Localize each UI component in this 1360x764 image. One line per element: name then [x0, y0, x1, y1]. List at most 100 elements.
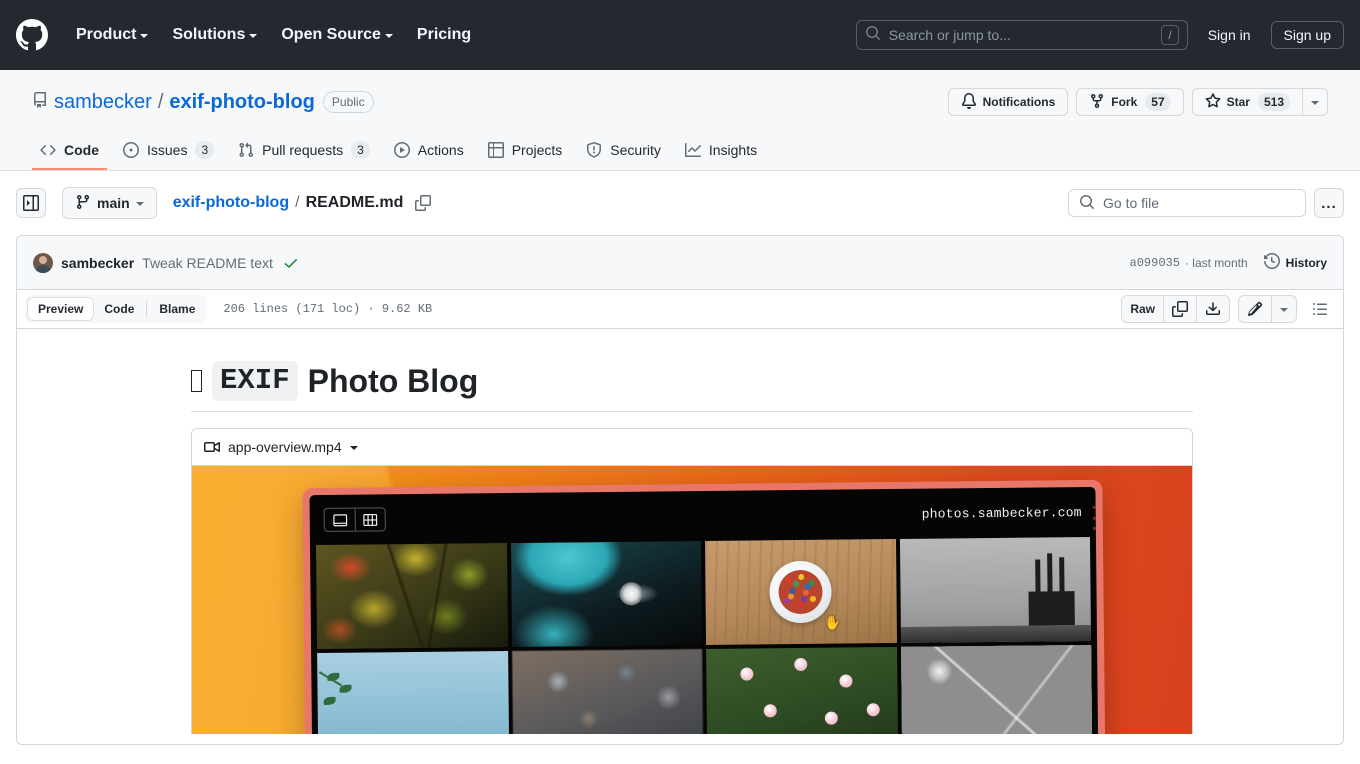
app-topbar: photos.sambecker.com: [309, 487, 1095, 545]
breadcrumb-separator: /: [295, 194, 300, 211]
divider: [146, 301, 148, 317]
video-filename[interactable]: app-overview.mp4: [228, 439, 342, 455]
copy-path-icon[interactable]: [411, 191, 435, 215]
tab-security[interactable]: Security: [578, 134, 669, 170]
repository-title: sambecker / exif-photo-blog Public: [32, 91, 374, 114]
triangle-down-icon: [1311, 101, 1319, 105]
photo-candy-bowl-on-wood[interactable]: ✋: [704, 539, 897, 646]
raw-copy-download-group: Raw: [1121, 295, 1230, 323]
file-navigation-bar: main exif-photo-blog / README.md Go to f…: [0, 171, 1360, 235]
branch-name: main: [97, 195, 130, 211]
fork-count: 57: [1145, 93, 1171, 111]
tab-label: Security: [610, 142, 661, 158]
photo-bokeh-market[interactable]: [511, 649, 704, 735]
tab-pull-requests[interactable]: Pull requests 3: [230, 133, 378, 171]
history-link[interactable]: History: [1263, 252, 1327, 272]
tab-insights[interactable]: Insights: [677, 134, 765, 170]
grid-view-icon[interactable]: [354, 508, 385, 531]
nav-item-pricing[interactable]: Pricing: [405, 18, 483, 52]
star-dropdown-button[interactable]: [1303, 88, 1328, 116]
more-options-button[interactable]: ...: [1314, 188, 1344, 218]
triangle-down-icon[interactable]: [349, 446, 358, 451]
video-attachment-bar: app-overview.mp4: [192, 429, 1192, 467]
readme-content-panel: EXIF Photo Blog app-overview.mp4 photos.…: [16, 329, 1344, 745]
photo-teal-car-headlight[interactable]: [510, 541, 703, 648]
photo-grid: ✋: [310, 537, 1099, 735]
branch-selector-button[interactable]: main: [62, 187, 157, 219]
avatar[interactable]: [33, 252, 53, 273]
photo-pink-flowers[interactable]: [706, 647, 898, 735]
breadcrumb-repo-link[interactable]: exif-photo-blog: [173, 194, 289, 212]
commit-message-link[interactable]: Tweak README text: [142, 255, 273, 271]
photo-bw-lollipops[interactable]: [900, 645, 1093, 735]
single-view-icon[interactable]: [325, 509, 355, 531]
view-code-button[interactable]: Code: [94, 297, 144, 321]
nav-label: Product: [76, 26, 137, 43]
global-header: Product Solutions Open Source Pricing Se…: [0, 0, 1360, 70]
issue-opened-icon: [123, 142, 139, 158]
repo-name-link[interactable]: exif-photo-blog: [169, 91, 315, 114]
global-search-placeholder: Search or jump to...: [888, 27, 1011, 43]
sign-in-button[interactable]: Sign in: [1196, 22, 1263, 48]
global-header-right: Search or jump to... / Sign in Sign up: [855, 20, 1344, 50]
readme-heading-text: Photo Blog: [307, 363, 479, 400]
star-button-group: Star 513: [1191, 88, 1328, 116]
fork-icon: [1089, 93, 1105, 112]
star-button[interactable]: Star 513: [1191, 88, 1303, 116]
github-mark-icon[interactable]: [16, 19, 48, 51]
photo-blue-water-leaves[interactable]: [317, 651, 509, 735]
download-icon[interactable]: [1196, 296, 1229, 322]
shield-icon: [586, 142, 602, 158]
photo-bw-smokestacks[interactable]: [899, 537, 1092, 644]
sidebar-expand-icon[interactable]: [16, 188, 46, 218]
file-size-info: 206 lines (171 loc) · 9.62 KB: [223, 302, 433, 316]
check-success-icon[interactable]: [283, 255, 299, 271]
repository-title-row: sambecker / exif-photo-blog Public Notif…: [32, 86, 1328, 118]
readme-inner: EXIF Photo Blog app-overview.mp4 photos.…: [17, 329, 1343, 735]
commit-hash[interactable]: a099035: [1130, 256, 1180, 270]
copy-icon[interactable]: [1163, 296, 1196, 322]
view-blame-button[interactable]: Blame: [149, 297, 205, 321]
repository-actions: Notifications Fork 57 Star 513: [947, 88, 1328, 116]
global-search-input[interactable]: Search or jump to... /: [855, 20, 1188, 50]
app-url-label: photos.sambecker.com: [921, 504, 1082, 522]
view-preview-button[interactable]: Preview: [27, 297, 95, 321]
notifications-button[interactable]: Notifications: [947, 88, 1069, 116]
commit-author-link[interactable]: sambecker: [61, 255, 134, 271]
raw-button[interactable]: Raw: [1122, 296, 1163, 322]
bell-icon: [961, 92, 977, 112]
go-to-file-input[interactable]: Go to file: [1068, 189, 1306, 217]
commit-bar-right: a099035 · last month History: [1130, 252, 1327, 272]
file-view-switcher: Preview Code Blame: [25, 295, 208, 323]
repository-header: sambecker / exif-photo-blog Public Notif…: [0, 70, 1360, 171]
nav-item-open-source[interactable]: Open Source: [269, 18, 405, 52]
mouse-cursor-icon: ✋: [822, 613, 843, 632]
photo-autumn-leaves[interactable]: [315, 543, 508, 650]
go-to-file-placeholder: Go to file: [1103, 195, 1160, 211]
nav-item-product[interactable]: Product: [64, 18, 160, 52]
video-preview-frame[interactable]: photos.sambecker.com ✋: [192, 466, 1192, 735]
chevron-down-icon: [140, 34, 149, 38]
readme-heading-code: EXIF: [212, 361, 298, 402]
tab-code[interactable]: Code: [32, 134, 107, 170]
git-branch-icon: [75, 194, 91, 213]
tab-actions[interactable]: Actions: [386, 134, 472, 170]
history-icon: [1263, 252, 1280, 272]
edit-dropdown-button[interactable]: [1271, 296, 1296, 322]
tab-projects[interactable]: Projects: [480, 134, 571, 170]
pencil-icon[interactable]: [1239, 296, 1271, 322]
list-unordered-icon[interactable]: [1305, 294, 1335, 324]
repo-owner-link[interactable]: sambecker: [54, 91, 152, 114]
tab-issues[interactable]: Issues 3: [115, 133, 222, 171]
nav-item-solutions[interactable]: Solutions: [160, 18, 269, 52]
tab-label: Code: [64, 142, 99, 158]
repo-icon: [32, 91, 48, 114]
breadcrumb: exif-photo-blog / README.md: [173, 191, 436, 215]
fork-button[interactable]: Fork 57: [1076, 88, 1184, 116]
readme-heading: EXIF Photo Blog: [191, 361, 1193, 413]
video-attachment: app-overview.mp4 photos.sambecker.com ✋: [191, 428, 1193, 735]
latest-commit-bar: sambecker Tweak README text a099035 · la…: [16, 235, 1344, 289]
nav-label: Pricing: [416, 26, 472, 43]
sign-up-button[interactable]: Sign up: [1270, 21, 1344, 49]
tab-label: Actions: [417, 142, 464, 158]
